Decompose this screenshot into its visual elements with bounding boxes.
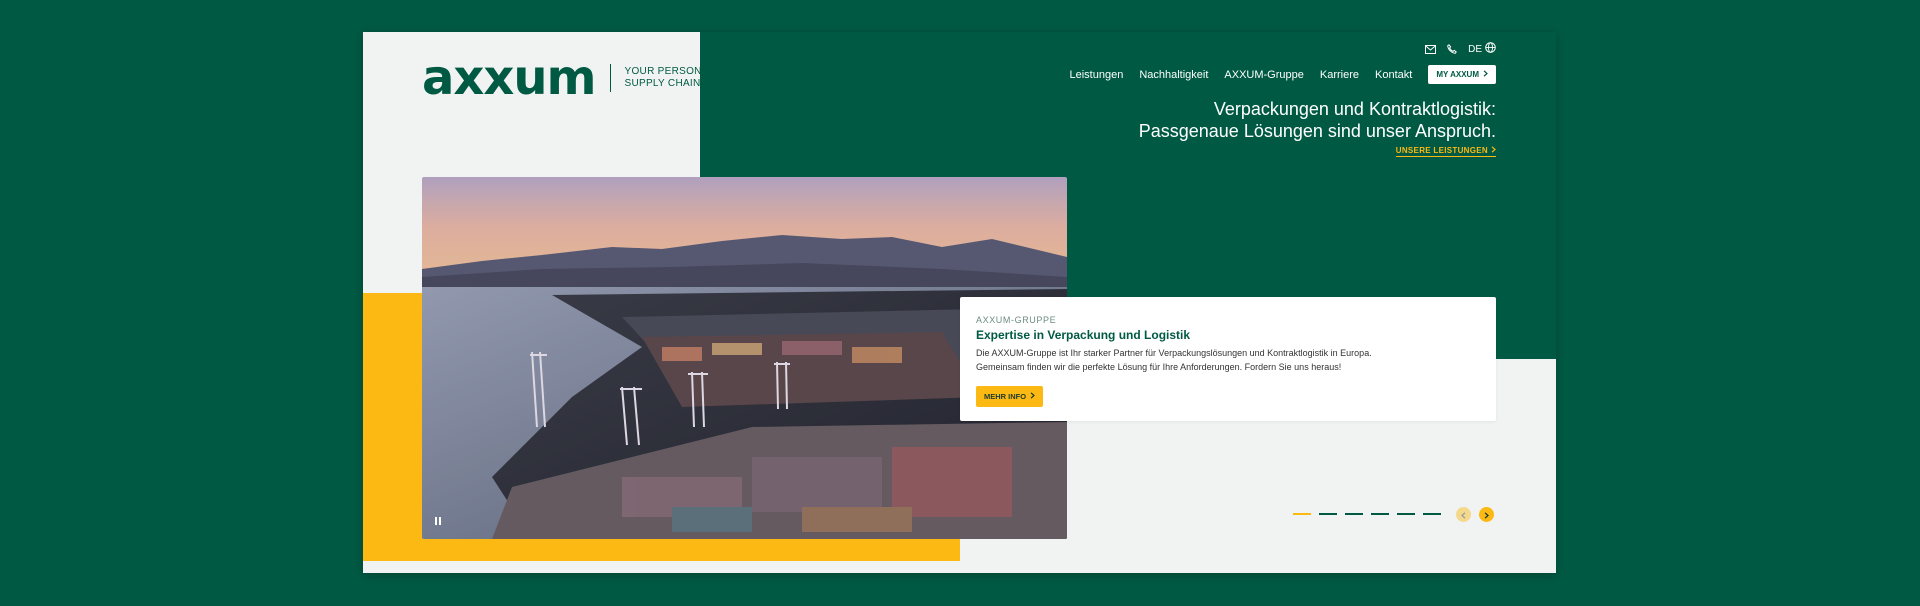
services-link-label: UNSERE LEISTUNGEN <box>1395 146 1488 155</box>
slide-indicator-1[interactable] <box>1293 513 1311 515</box>
slide-indicator-3[interactable] <box>1345 513 1363 515</box>
more-info-label: MEHR INFO <box>984 392 1027 401</box>
slide-text-line-2: Gemeinsam finden wir die perfekte Lösung… <box>976 362 1342 372</box>
services-link[interactable]: UNSERE LEISTUNGEN <box>1395 146 1496 157</box>
mail-icon[interactable] <box>1424 43 1436 55</box>
slide-info-box: AXXUM-GRUPPE Expertise in Verpackung und… <box>960 297 1496 421</box>
slide-text: Die AXXUM-Gruppe ist Ihr starker Partner… <box>976 346 1480 374</box>
utility-bar: DE <box>1424 42 1496 56</box>
chevron-right-icon <box>1484 506 1489 524</box>
slide-indicator-6[interactable] <box>1423 513 1441 515</box>
hero-title-line-2: Passgenaue Lösungen sind unser Anspruch. <box>1138 121 1496 141</box>
logo-divider <box>609 64 611 92</box>
slide-indicator-2[interactable] <box>1319 513 1337 515</box>
chevron-right-icon <box>1030 392 1035 401</box>
language-switcher[interactable]: DE <box>1468 42 1496 56</box>
my-axxum-button[interactable]: MY AXXUM <box>1428 65 1496 84</box>
chevron-left-icon <box>1461 506 1466 524</box>
slider-indicators <box>1293 513 1441 515</box>
my-axxum-label: MY AXXUM <box>1436 70 1479 79</box>
previous-slide-button[interactable] <box>1456 507 1471 522</box>
globe-icon <box>1485 42 1496 56</box>
hero-title: Verpackungen und Kontraktlogistik: Passg… <box>1139 98 1496 142</box>
page-card: axxum YOUR PERSONAL SUPPLY CHAIN DE Leis… <box>363 32 1556 573</box>
nav-axxum-gruppe[interactable]: AXXUM-Gruppe <box>1224 69 1303 81</box>
slide-indicator-5[interactable] <box>1397 513 1415 515</box>
phone-icon[interactable] <box>1446 43 1458 55</box>
slider-arrows <box>1456 507 1494 522</box>
logo-wordmark: axxum <box>422 50 596 106</box>
slide-indicator-4[interactable] <box>1371 513 1389 515</box>
nav-leistungen[interactable]: Leistungen <box>1069 69 1123 81</box>
main-nav: Leistungen Nachhaltigkeit AXXUM-Gruppe K… <box>1069 65 1496 84</box>
nav-nachhaltigkeit[interactable]: Nachhaltigkeit <box>1139 69 1208 81</box>
hero-title-line-1: Verpackungen und Kontraktlogistik: <box>1213 99 1496 119</box>
next-slide-button[interactable] <box>1479 507 1494 522</box>
logo-tagline: YOUR PERSONAL SUPPLY CHAIN <box>625 66 715 90</box>
pause-icon[interactable] <box>432 515 444 527</box>
chevron-right-icon <box>1483 70 1488 79</box>
slide-title: Expertise in Verpackung und Logistik <box>976 328 1191 342</box>
tagline-line-1: YOUR PERSONAL <box>624 66 715 77</box>
nav-kontakt[interactable]: Kontakt <box>1375 69 1412 81</box>
slide-text-line-1: Die AXXUM-Gruppe ist Ihr starker Partner… <box>976 348 1372 358</box>
language-label: DE <box>1468 43 1482 55</box>
logo[interactable]: axxum YOUR PERSONAL SUPPLY CHAIN <box>422 52 715 104</box>
chevron-right-icon <box>1491 146 1496 155</box>
nav-karriere[interactable]: Karriere <box>1320 69 1359 81</box>
tagline-line-2: SUPPLY CHAIN <box>624 78 701 89</box>
more-info-button[interactable]: MEHR INFO <box>976 386 1044 407</box>
slide-kicker: AXXUM-GRUPPE <box>976 315 1057 325</box>
